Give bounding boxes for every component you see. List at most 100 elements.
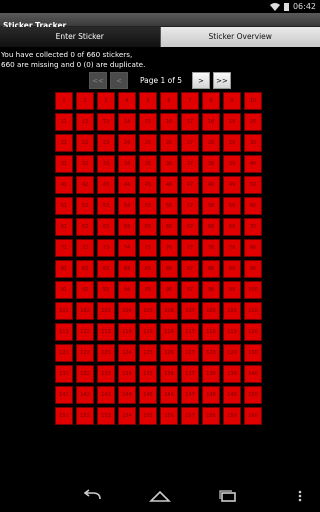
sticker-cell[interactable]: 64	[118, 218, 136, 236]
sticker-cell[interactable]: 8	[202, 92, 220, 110]
sticker-cell[interactable]: 34	[118, 155, 136, 173]
sticker-cell[interactable]: 119	[223, 323, 241, 341]
sticker-cell[interactable]: 21	[55, 134, 73, 152]
sticker-cell[interactable]: 18	[202, 113, 220, 131]
sticker-cell[interactable]: 69	[223, 218, 241, 236]
sticker-cell[interactable]: 109	[223, 302, 241, 320]
sticker-cell[interactable]: 37	[181, 155, 199, 173]
sticker-cell[interactable]: 112	[76, 323, 94, 341]
sticker-cell[interactable]: 88	[202, 260, 220, 278]
sticker-cell[interactable]: 63	[97, 218, 115, 236]
sticker-cell[interactable]: 68	[202, 218, 220, 236]
sticker-cell[interactable]: 117	[181, 323, 199, 341]
sticker-cell[interactable]: 98	[202, 281, 220, 299]
sticker-cell[interactable]: 40	[244, 155, 262, 173]
sticker-cell[interactable]: 24	[118, 134, 136, 152]
recents-icon[interactable]	[216, 488, 240, 504]
sticker-cell[interactable]: 84	[118, 260, 136, 278]
sticker-cell[interactable]: 136	[160, 365, 178, 383]
sticker-cell[interactable]: 58	[202, 197, 220, 215]
sticker-cell[interactable]: 132	[76, 365, 94, 383]
sticker-cell[interactable]: 107	[181, 302, 199, 320]
sticker-cell[interactable]: 154	[118, 407, 136, 425]
sticker-cell[interactable]: 11	[55, 113, 73, 131]
sticker-cell[interactable]: 12	[76, 113, 94, 131]
sticker-cell[interactable]: 104	[118, 302, 136, 320]
sticker-cell[interactable]: 41	[55, 176, 73, 194]
home-icon[interactable]	[148, 488, 172, 504]
sticker-cell[interactable]: 96	[160, 281, 178, 299]
sticker-cell[interactable]: 27	[181, 134, 199, 152]
sticker-cell[interactable]: 87	[181, 260, 199, 278]
sticker-cell[interactable]: 44	[118, 176, 136, 194]
sticker-cell[interactable]: 70	[244, 218, 262, 236]
sticker-cell[interactable]: 80	[244, 239, 262, 257]
sticker-cell[interactable]: 46	[160, 176, 178, 194]
menu-icon[interactable]	[294, 488, 306, 504]
sticker-cell[interactable]: 99	[223, 281, 241, 299]
sticker-cell[interactable]: 91	[55, 281, 73, 299]
sticker-cell[interactable]: 3	[97, 92, 115, 110]
sticker-cell[interactable]: 61	[55, 218, 73, 236]
sticker-cell[interactable]: 140	[244, 365, 262, 383]
sticker-cell[interactable]: 73	[97, 239, 115, 257]
sticker-cell[interactable]: 90	[244, 260, 262, 278]
sticker-cell[interactable]: 23	[97, 134, 115, 152]
sticker-cell[interactable]: 13	[97, 113, 115, 131]
sticker-cell[interactable]: 113	[97, 323, 115, 341]
sticker-cell[interactable]: 124	[118, 344, 136, 362]
sticker-cell[interactable]: 130	[244, 344, 262, 362]
sticker-cell[interactable]: 65	[139, 218, 157, 236]
sticker-cell[interactable]: 110	[244, 302, 262, 320]
sticker-cell[interactable]: 139	[223, 365, 241, 383]
sticker-cell[interactable]: 94	[118, 281, 136, 299]
sticker-cell[interactable]: 115	[139, 323, 157, 341]
sticker-cell[interactable]: 22	[76, 134, 94, 152]
tab-enter-sticker[interactable]: Enter Sticker	[0, 27, 161, 47]
sticker-cell[interactable]: 158	[202, 407, 220, 425]
sticker-cell[interactable]: 145	[139, 386, 157, 404]
sticker-cell[interactable]: 93	[97, 281, 115, 299]
sticker-cell[interactable]: 151	[55, 407, 73, 425]
sticker-cell[interactable]: 48	[202, 176, 220, 194]
sticker-cell[interactable]: 26	[160, 134, 178, 152]
sticker-cell[interactable]: 150	[244, 386, 262, 404]
sticker-cell[interactable]: 106	[160, 302, 178, 320]
sticker-cell[interactable]: 20	[244, 113, 262, 131]
sticker-cell[interactable]: 53	[97, 197, 115, 215]
sticker-cell[interactable]: 29	[223, 134, 241, 152]
sticker-cell[interactable]: 15	[139, 113, 157, 131]
sticker-cell[interactable]: 111	[55, 323, 73, 341]
next-page-button[interactable]: >	[192, 72, 210, 89]
sticker-cell[interactable]: 57	[181, 197, 199, 215]
sticker-cell[interactable]: 28	[202, 134, 220, 152]
sticker-cell[interactable]: 52	[76, 197, 94, 215]
sticker-cell[interactable]: 36	[160, 155, 178, 173]
sticker-cell[interactable]: 137	[181, 365, 199, 383]
sticker-cell[interactable]: 114	[118, 323, 136, 341]
sticker-cell[interactable]: 4	[118, 92, 136, 110]
sticker-cell[interactable]: 148	[202, 386, 220, 404]
sticker-cell[interactable]: 105	[139, 302, 157, 320]
sticker-cell[interactable]: 126	[160, 344, 178, 362]
sticker-cell[interactable]: 159	[223, 407, 241, 425]
sticker-cell[interactable]: 85	[139, 260, 157, 278]
sticker-cell[interactable]: 43	[97, 176, 115, 194]
sticker-cell[interactable]: 1	[55, 92, 73, 110]
sticker-cell[interactable]: 82	[76, 260, 94, 278]
sticker-cell[interactable]: 54	[118, 197, 136, 215]
sticker-cell[interactable]: 47	[181, 176, 199, 194]
sticker-cell[interactable]: 86	[160, 260, 178, 278]
sticker-cell[interactable]: 116	[160, 323, 178, 341]
sticker-cell[interactable]: 5	[139, 92, 157, 110]
sticker-cell[interactable]: 62	[76, 218, 94, 236]
sticker-cell[interactable]: 45	[139, 176, 157, 194]
sticker-cell[interactable]: 75	[139, 239, 157, 257]
sticker-cell[interactable]: 67	[181, 218, 199, 236]
sticker-cell[interactable]: 30	[244, 134, 262, 152]
sticker-cell[interactable]: 155	[139, 407, 157, 425]
sticker-cell[interactable]: 146	[160, 386, 178, 404]
sticker-cell[interactable]: 123	[97, 344, 115, 362]
sticker-cell[interactable]: 32	[76, 155, 94, 173]
sticker-cell[interactable]: 16	[160, 113, 178, 131]
